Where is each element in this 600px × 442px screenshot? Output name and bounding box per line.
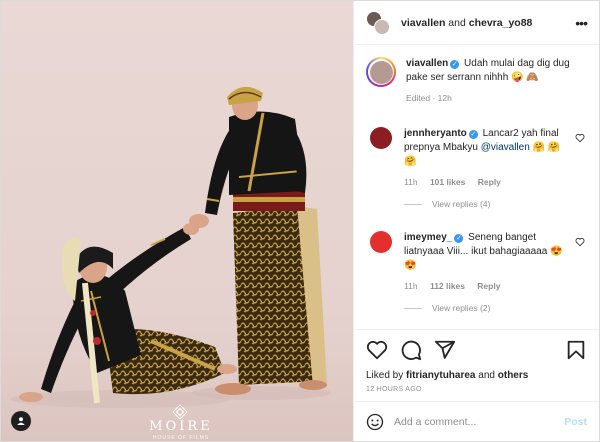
comments-section[interactable]: viavallen ✓ Udah mulai dag dig dug pake s… [354,45,599,329]
comment-time: 11h [404,281,418,291]
share-icon[interactable] [434,339,456,361]
comment-heart-icon[interactable] [575,237,585,247]
story-ring-avatar[interactable] [366,57,396,87]
and-text: and [448,16,466,29]
moire-logo-icon [172,405,187,419]
verified-badge-icon: ✓ [450,60,460,69]
post-header: viavallen and chevra_yo88 ••• [354,1,599,45]
avatar[interactable] [370,127,392,149]
reply-button[interactable]: Reply [478,177,501,187]
photographer-watermark: MOIRE HOUSE OF FILMS [141,405,221,441]
view-replies-button[interactable]: View replies (4) [404,199,585,209]
more-horizontal-icon[interactable]: ••• [575,15,588,31]
post-panel: viavallen and chevra_yo88 ••• viavallen ✓… [353,1,599,441]
heart-icon[interactable] [366,339,388,361]
watermark-sub: HOUSE OF FILMS [152,435,210,441]
author-link[interactable]: chevra_yo88 [469,17,533,29]
caption-meta: Edited · 12h [406,93,452,103]
tagged-users-icon[interactable] [11,411,31,431]
liked-by-user[interactable]: fitrianytuharea [406,370,475,381]
emoji-icon[interactable] [366,413,384,431]
view-replies-label: View replies (2) [432,303,491,313]
comment-input[interactable] [394,415,565,428]
post-photo[interactable]: MOIRE HOUSE OF FILMS [1,1,353,441]
likes-summary: Liked by fitrianytuharea and others [354,369,599,383]
comment-likes[interactable]: 101 likes [430,177,465,187]
liked-by-and: and [478,370,495,381]
liked-by-others[interactable]: others [498,370,529,381]
bookmark-icon[interactable] [565,339,587,361]
instagram-post: MOIRE HOUSE OF FILMS viavallen and chevr… [0,0,600,442]
view-replies-button[interactable]: View replies (2) [404,303,585,313]
liked-by-prefix: Liked by [366,370,404,381]
collab-avatars[interactable] [366,10,392,35]
avatar[interactable] [370,231,392,253]
comment-heart-icon[interactable] [575,133,585,143]
verified-badge-icon: ✓ [468,130,478,139]
caption-username[interactable]: viavallen [406,58,448,69]
comment-meta: 11h 112 likes Reply [404,279,574,293]
wedding-couple-photo [1,1,353,441]
reply-button[interactable]: Reply [477,281,500,291]
avatar [374,18,390,35]
comment-mention[interactable]: @viavallen [481,142,530,153]
post-caption: viavallen ✓ Udah mulai dag dig dug pake s… [366,57,585,105]
comment-meta: 11h 101 likes Reply [404,175,574,189]
verified-badge-icon: ✓ [454,234,464,243]
view-replies-label: View replies (4) [432,199,491,209]
list-item: jennheryanto ✓ Lancar2 yah final prepnya … [366,127,585,189]
post-button[interactable]: Post [564,416,587,428]
comment-time: 11h [404,177,418,187]
post-authors: viavallen and chevra_yo88 [401,17,575,29]
post-actions [354,329,599,369]
post-timestamp[interactable]: 12 HOURS AGO [354,383,599,401]
comment-likes[interactable]: 112 likes [430,281,465,291]
list-item: imeymey_ ✓ Seneng banget liatnyaaa Viii..… [366,231,585,293]
watermark-brand: MOIRE [149,419,213,434]
comment-icon[interactable] [400,339,422,361]
author-link[interactable]: viavallen [401,17,445,29]
add-comment-bar: Post [354,401,599,441]
comment-username[interactable]: imeymey_ [404,232,452,243]
comment-username[interactable]: jennheryanto [404,128,467,139]
